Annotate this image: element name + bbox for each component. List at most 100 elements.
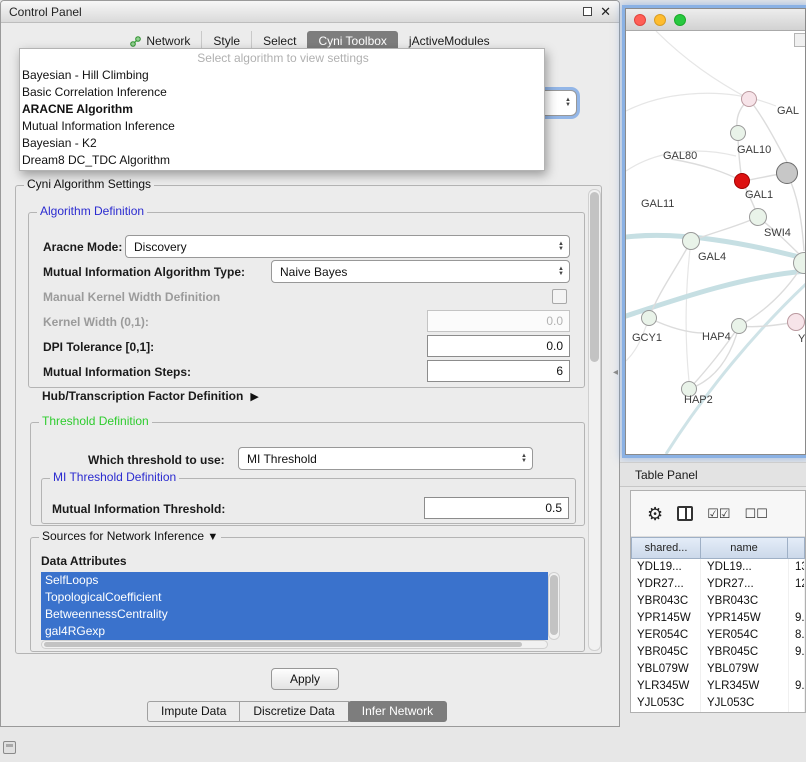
mi-type-combobox[interactable]: Naive Bayes ▲▼	[271, 260, 570, 283]
dropdown-item[interactable]: Basic Correlation Inference	[20, 84, 544, 101]
table-row[interactable]: YLR345W YLR345W 9.	[631, 678, 805, 695]
deselect-all-columns-icon[interactable]: ☐☐	[744, 506, 767, 522]
network-node[interactable]	[730, 125, 746, 141]
table-cell: 9.	[789, 644, 805, 661]
divider-handle[interactable]: ◂	[613, 367, 618, 378]
table-cell: YDR27...	[701, 576, 789, 593]
table-cell: YJL053C	[701, 695, 789, 712]
attribute-item[interactable]: TopologicalCoefficient	[41, 589, 548, 606]
spinner-arrows-icon: ▲▼	[565, 98, 571, 108]
tab-impute-data[interactable]: Impute Data	[147, 701, 240, 722]
network-node-gal10[interactable]	[776, 162, 798, 184]
tab-infer-network[interactable]: Infer Network	[348, 701, 447, 722]
gear-icon[interactable]: ⚙	[647, 505, 663, 523]
scrollbar-thumb[interactable]	[590, 192, 599, 362]
list-vertical-scrollbar[interactable]	[548, 572, 560, 640]
table-row[interactable]: YBL079W YBL079W	[631, 661, 805, 678]
network-node-selected[interactable]	[734, 173, 750, 189]
traffic-light-minimize[interactable]	[654, 14, 666, 26]
table-cell: 9.	[789, 678, 805, 695]
algorithm-dropdown: Select algorithm to view settings Bayesi…	[19, 48, 545, 171]
attribute-item[interactable]: gal4RGexp	[41, 623, 548, 640]
node-label: GAL80	[663, 150, 697, 162]
apply-button[interactable]: Apply	[271, 668, 339, 690]
sources-legend[interactable]: Sources for Network Inference ▼	[39, 529, 221, 543]
traffic-light-close[interactable]	[634, 14, 646, 26]
table-row[interactable]: YBR045C YBR045C 9.	[631, 644, 805, 661]
spinner-arrows-icon: ▲▼	[558, 267, 564, 277]
dropdown-item-selected[interactable]: ARACNE Algorithm	[20, 101, 544, 118]
close-icon[interactable]: ✕	[600, 6, 611, 18]
manual-kernel-checkbox[interactable]	[552, 289, 567, 304]
data-attributes-label: Data Attributes	[41, 550, 127, 572]
network-titlebar	[626, 9, 805, 31]
mi-steps-field[interactable]: 6	[427, 360, 570, 382]
traffic-light-zoom[interactable]	[674, 14, 686, 26]
table-cell: YBR045C	[631, 644, 701, 661]
table-panel-strip: Table Panel	[620, 462, 806, 487]
table-cell: YDL19...	[631, 559, 701, 576]
header-cell[interactable]	[787, 537, 805, 559]
mi-type-label: Mutual Information Algorithm Type:	[43, 261, 245, 283]
settings-scrollbar[interactable]	[588, 189, 601, 651]
table-cell: YBR045C	[701, 644, 789, 661]
float-window-icon[interactable]	[583, 7, 592, 16]
scrollbar-thumb[interactable]	[44, 642, 522, 647]
dropdown-item[interactable]: Bayesian - Hill Climbing	[20, 67, 544, 84]
attribute-item[interactable]: SelfLoops	[41, 572, 548, 589]
table-cell: 8.	[789, 627, 805, 644]
dpi-tolerance-field[interactable]: 0.0	[427, 335, 570, 357]
dropdown-placeholder: Select algorithm to view settings	[20, 50, 544, 67]
table-cell: YLR345W	[631, 678, 701, 695]
canvas-scrollbar[interactable]	[794, 33, 805, 47]
algorithm-definition-legend: Algorithm Definition	[37, 204, 147, 218]
dropdown-item[interactable]: Dream8 DC_TDC Algorithm	[20, 152, 544, 169]
network-node[interactable]	[731, 318, 747, 334]
kernel-width-field[interactable]: 0.0	[427, 310, 570, 332]
node-label: GAL11	[641, 198, 674, 210]
dropdown-item[interactable]: Mutual Information Inference	[20, 118, 544, 135]
table-row[interactable]: YDL19... YDL19... 13	[631, 559, 805, 576]
node-label: GAL4	[698, 251, 726, 263]
spinner-arrows-icon: ▲▼	[521, 454, 527, 464]
which-threshold-combobox[interactable]: MI Threshold ▲▼	[238, 447, 533, 470]
window-title: Control Panel	[9, 5, 82, 19]
attribute-item[interactable]: BetweennessCentrality	[41, 606, 548, 623]
dropdown-item[interactable]: Bayesian - K2	[20, 135, 544, 152]
scrollbar-thumb[interactable]	[550, 575, 558, 635]
network-edges	[626, 31, 805, 454]
hub-section-toggle[interactable]: Hub/Transcription Factor Definition ▶	[42, 389, 259, 403]
header-cell[interactable]: shared...	[631, 537, 701, 559]
table-row[interactable]: YDR27... YDR27... 12	[631, 576, 805, 593]
select-all-columns-icon[interactable]: ☑☑	[707, 506, 730, 522]
columns-icon[interactable]	[677, 506, 693, 521]
network-node[interactable]	[787, 313, 805, 331]
node-label: GCY1	[632, 332, 662, 344]
table-row[interactable]: YJL053C YJL053C	[631, 695, 805, 712]
header-cell[interactable]: name	[700, 537, 788, 559]
table-cell	[789, 695, 805, 712]
tab-discretize-data[interactable]: Discretize Data	[239, 701, 348, 722]
network-canvas[interactable]: GAL GAL80 GAL10 GAL11 GAL1 SWI4 GAL4 GCY…	[626, 31, 805, 454]
collapse-down-icon: ▼	[207, 531, 218, 543]
network-node[interactable]	[741, 91, 757, 107]
sources-group: Sources for Network Inference ▼ Data Att…	[30, 537, 585, 652]
table-cell: 9.	[789, 610, 805, 627]
mi-threshold-field[interactable]: 0.5	[424, 497, 569, 519]
mi-steps-label: Mutual Information Steps:	[43, 361, 191, 383]
aracne-mode-combobox[interactable]: Discovery ▲▼	[125, 235, 570, 258]
table-row[interactable]: YPR145W YPR145W 9.	[631, 610, 805, 627]
list-horizontal-scrollbar[interactable]	[41, 640, 548, 649]
table-cell	[789, 593, 805, 610]
table-row[interactable]: YBR043C YBR043C	[631, 593, 805, 610]
network-node[interactable]	[749, 208, 767, 226]
network-node[interactable]	[641, 310, 657, 326]
table-row[interactable]: YER054C YER054C 8.	[631, 627, 805, 644]
network-node[interactable]	[682, 232, 700, 250]
settings-group-legend: Cyni Algorithm Settings	[24, 177, 154, 191]
table-cell: YDR27...	[631, 576, 701, 593]
table-cell: 12	[789, 576, 805, 593]
corner-panel-icon[interactable]	[3, 741, 16, 754]
network-tab-icon	[130, 36, 141, 47]
algorithm-definition-group: Algorithm Definition Aracne Mode: Discov…	[28, 212, 585, 388]
